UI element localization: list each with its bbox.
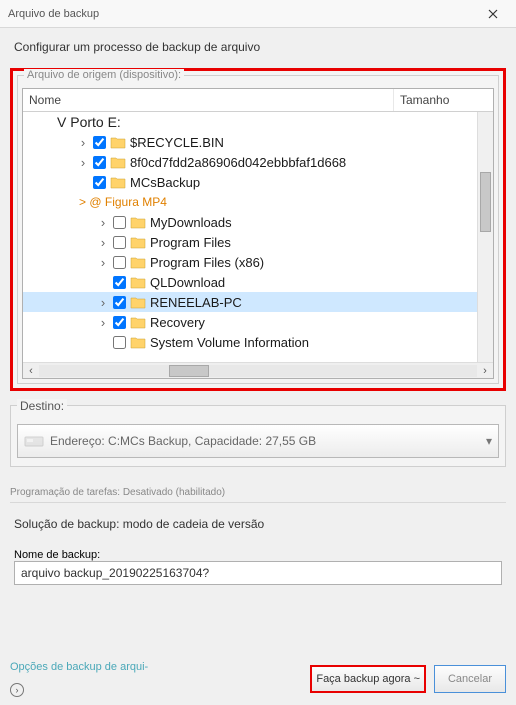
folder-icon <box>130 315 146 329</box>
tree-item-label: System Volume Information <box>150 335 309 350</box>
close-button[interactable] <box>478 4 508 24</box>
tree-checkbox[interactable] <box>113 336 126 349</box>
expand-icon[interactable]: › <box>97 235 109 250</box>
tree-item-label: RENEELAB-PC <box>150 295 242 310</box>
folder-icon <box>130 255 146 269</box>
expand-icon[interactable]: › <box>97 295 109 310</box>
tree-header: Nome Tamanho <box>23 89 493 112</box>
tree-checkbox[interactable] <box>113 256 126 269</box>
tree-item[interactable]: › Program Files <box>23 232 477 252</box>
footer: Opções de backup de arqui- › Faça backup… <box>0 661 516 697</box>
tree-checkbox[interactable] <box>93 176 106 189</box>
destination-value: Endereço: C:MCs Backup, Capacidade: 27,5… <box>50 434 316 448</box>
tree-checkbox[interactable] <box>113 216 126 229</box>
tree-checkbox[interactable] <box>113 316 126 329</box>
expand-icon[interactable]: › <box>97 255 109 270</box>
source-legend: Arquivo de origem (dispositivo): <box>24 69 184 81</box>
folder-icon <box>110 135 126 149</box>
solution-value: modo de cadeia de versão <box>123 517 264 531</box>
tree-item-label: Program Files <box>150 235 231 250</box>
expand-icon[interactable]: › <box>77 155 89 170</box>
tree-item-label: Program Files (x86) <box>150 255 264 270</box>
horizontal-scrollbar[interactable]: ‹ › <box>23 362 493 378</box>
drive-label: V Porto E: <box>57 114 121 130</box>
scroll-right-icon[interactable]: › <box>477 363 493 379</box>
tree-rows: V Porto E: › $RECYCLE.BIN › <box>23 112 477 362</box>
figura-label: > @ Figura MP4 <box>79 195 167 209</box>
folder-icon <box>130 335 146 349</box>
options-link-text: Opções de backup de arqui- <box>10 661 148 673</box>
column-name[interactable]: Nome <box>23 89 393 111</box>
tree-item-label: MCsBackup <box>130 175 200 190</box>
column-size[interactable]: Tamanho <box>393 89 493 111</box>
backup-name-input[interactable] <box>14 561 502 585</box>
tree-item-label: MyDownloads <box>150 215 232 230</box>
cancel-button[interactable]: Cancelar <box>434 665 506 693</box>
backup-name-label: Nome de backup: <box>14 549 100 561</box>
schedule-text: Programação de tarefas: Desativado (habi… <box>10 487 506 503</box>
folder-icon <box>130 295 146 309</box>
tree-item[interactable]: System Volume Information <box>23 332 477 352</box>
scroll-thumb-h[interactable] <box>169 365 209 377</box>
backup-now-label: Faça backup agora ~ <box>316 673 420 685</box>
tree-item-label: QLDownload <box>150 275 225 290</box>
vertical-scrollbar[interactable] <box>477 112 493 362</box>
page-subtitle: Configurar um processo de backup de arqu… <box>0 28 516 62</box>
cancel-label: Cancelar <box>448 673 492 685</box>
folder-icon <box>130 215 146 229</box>
tree-checkbox[interactable] <box>113 276 126 289</box>
tree-item[interactable]: › MyDownloads <box>23 212 477 232</box>
figura-row[interactable]: > @ Figura MP4 <box>23 192 477 212</box>
drive-row[interactable]: V Porto E: <box>23 112 477 132</box>
scroll-thumb[interactable] <box>480 172 491 232</box>
expand-icon[interactable]: › <box>77 135 89 150</box>
chevron-down-icon: ▾ <box>486 434 492 448</box>
solution-label: Solução de backup: <box>14 517 119 531</box>
options-arrow-icon: › <box>10 683 24 697</box>
tree-body: V Porto E: › $RECYCLE.BIN › <box>23 112 493 362</box>
folder-icon <box>130 275 146 289</box>
close-icon <box>488 9 498 19</box>
scroll-left-icon[interactable]: ‹ <box>23 363 39 379</box>
tree-item[interactable]: › 8f0cd7fdd2a86906d042ebbbfaf1d668 <box>23 152 477 172</box>
destination-legend: Destino: <box>17 399 67 413</box>
destination-dropdown[interactable]: Endereço: C:MCs Backup, Capacidade: 27,5… <box>17 424 499 458</box>
options-link[interactable]: Opções de backup de arqui- › <box>10 661 310 697</box>
tree-item[interactable]: › Program Files (x86) <box>23 252 477 272</box>
tree-item-selected[interactable]: › RENEELAB-PC <box>23 292 477 312</box>
destination-panel: Destino: Endereço: C:MCs Backup, Capacid… <box>10 405 506 467</box>
backup-name-row: Nome de backup: <box>14 549 502 585</box>
titlebar: Arquivo de backup <box>0 0 516 28</box>
folder-icon <box>130 235 146 249</box>
tree-item-label: $RECYCLE.BIN <box>130 135 224 150</box>
expand-icon[interactable]: › <box>97 215 109 230</box>
destination-fieldset: Destino: Endereço: C:MCs Backup, Capacid… <box>10 405 506 467</box>
folder-icon <box>110 175 126 189</box>
tree-item-label: Recovery <box>150 315 205 330</box>
tree-checkbox[interactable] <box>93 156 106 169</box>
tree-item[interactable]: MCsBackup <box>23 172 477 192</box>
backup-now-button[interactable]: Faça backup agora ~ <box>310 665 426 693</box>
source-fieldset: Arquivo de origem (dispositivo): Nome Ta… <box>17 75 499 384</box>
scroll-track[interactable] <box>39 365 477 377</box>
tree-item-label: 8f0cd7fdd2a86906d042ebbbfaf1d668 <box>130 155 346 170</box>
window-title: Arquivo de backup <box>8 8 99 20</box>
source-panel: Arquivo de origem (dispositivo): Nome Ta… <box>10 68 506 391</box>
folder-icon <box>110 155 126 169</box>
tree-checkbox[interactable] <box>113 296 126 309</box>
file-tree: Nome Tamanho V Porto E: › $RECYCLE.BIN <box>22 88 494 379</box>
expand-icon[interactable]: › <box>97 315 109 330</box>
disk-icon <box>24 433 44 449</box>
tree-item[interactable]: › Recovery <box>23 312 477 332</box>
tree-item[interactable]: › $RECYCLE.BIN <box>23 132 477 152</box>
tree-checkbox[interactable] <box>93 136 106 149</box>
tree-checkbox[interactable] <box>113 236 126 249</box>
tree-item[interactable]: QLDownload <box>23 272 477 292</box>
solution-row: Solução de backup: modo de cadeia de ver… <box>14 517 502 531</box>
